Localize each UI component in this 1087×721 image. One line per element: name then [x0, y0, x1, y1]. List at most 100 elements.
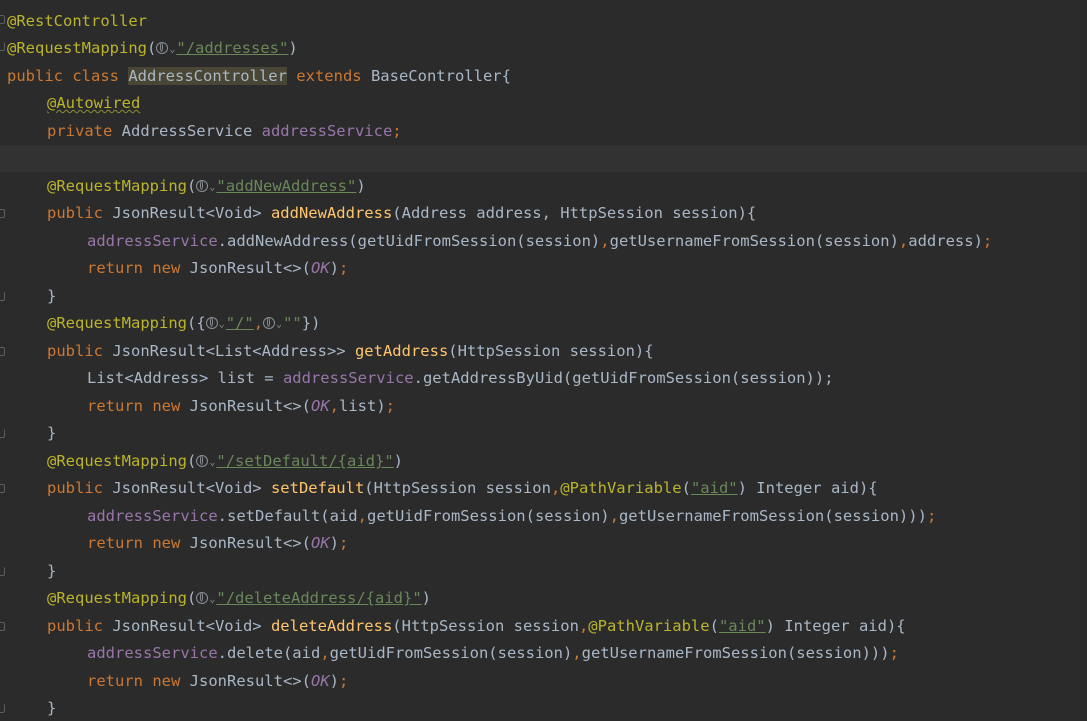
type-name[interactable]: JsonResult<Void>: [112, 479, 271, 497]
chevron-down-icon[interactable]: ⌄: [209, 449, 215, 476]
web-endpoint-icon[interactable]: [196, 455, 209, 467]
fold-marker-icon[interactable]: [0, 567, 5, 576]
field-name[interactable]: addressService: [87, 232, 218, 250]
code-line[interactable]: public JsonResult<Void> addNewAddress(Ad…: [0, 200, 1087, 227]
field-name[interactable]: addressService: [262, 122, 393, 140]
chevron-down-icon[interactable]: ⌄: [209, 586, 215, 613]
fold-marker-icon[interactable]: [0, 347, 5, 356]
method-call[interactable]: .getAddressByUid(getUidFromSession(sessi…: [414, 369, 834, 387]
path-variable-name[interactable]: "aid": [691, 479, 738, 497]
constant[interactable]: OK: [311, 534, 330, 552]
code-line[interactable]: return new JsonResult<>(OK);: [0, 530, 1087, 557]
punctuation: ;: [339, 672, 349, 690]
endpoint-path-link[interactable]: "/addresses": [176, 39, 288, 57]
type-name[interactable]: JsonResult<Void>: [112, 204, 271, 222]
class-name[interactable]: BaseController{: [371, 67, 511, 85]
chevron-down-icon[interactable]: ⌄: [219, 311, 225, 338]
code-line[interactable]: }: [0, 695, 1087, 721]
type-name[interactable]: AddressService: [122, 122, 262, 140]
code-line[interactable]: addressService.addNewAddress(getUidFromS…: [0, 228, 1087, 255]
code-line[interactable]: public JsonResult<Void> setDefault(HttpS…: [0, 475, 1087, 502]
method-call[interactable]: .delete(aid: [218, 644, 321, 662]
type-name[interactable]: JsonResult<Void>: [112, 617, 271, 635]
annotation: @RestController: [7, 12, 147, 30]
type-name[interactable]: JsonResult<>(: [190, 672, 311, 690]
annotation: @RequestMapping: [47, 177, 187, 195]
chevron-down-icon[interactable]: ⌄: [276, 311, 282, 338]
method-call[interactable]: getUidFromSession(session): [367, 507, 610, 525]
constant[interactable]: OK: [311, 259, 330, 277]
web-endpoint-icon[interactable]: [196, 592, 209, 604]
punctuation: ,: [578, 617, 589, 635]
chevron-down-icon[interactable]: ⌄: [169, 36, 175, 63]
method-name[interactable]: addNewAddress: [271, 204, 392, 222]
endpoint-path-link[interactable]: "/deleteAddress/{aid}": [216, 589, 421, 607]
annotation-warning[interactable]: @Autowired: [47, 94, 140, 112]
method-call[interactable]: getUsernameFromSession(session)): [582, 644, 881, 662]
code-line[interactable]: public class AddressController extends B…: [0, 63, 1087, 90]
web-endpoint-icon[interactable]: [196, 180, 209, 192]
code-line[interactable]: public JsonResult<List<Address>> getAddr…: [0, 338, 1087, 365]
method-call[interactable]: getUsernameFromSession(session): [610, 232, 899, 250]
web-endpoint-icon[interactable]: [263, 317, 276, 329]
method-call[interactable]: .addNewAddress(getUidFromSession(session…: [218, 232, 601, 250]
chevron-down-icon[interactable]: ⌄: [209, 174, 215, 201]
punctuation: ;: [926, 507, 937, 525]
code-line[interactable]: @RequestMapping({⌄"/", ⌄""}): [0, 310, 1087, 337]
constant[interactable]: OK: [311, 397, 330, 415]
field-name[interactable]: addressService: [87, 644, 218, 662]
code-line[interactable]: addressService.delete(aid,getUidFromSess…: [0, 640, 1087, 667]
type-name[interactable]: JsonResult<>(: [190, 397, 311, 415]
method-call[interactable]: getUsernameFromSession(session)): [619, 507, 918, 525]
endpoint-path-link[interactable]: "/setDefault/{aid}": [216, 452, 393, 470]
web-endpoint-icon[interactable]: [205, 317, 218, 329]
type-name[interactable]: JsonResult<List<Address>>: [112, 342, 355, 360]
code-line[interactable]: List<Address> list = addressService.getA…: [0, 365, 1087, 392]
code-line[interactable]: @RequestMapping(⌄"/addresses"): [0, 35, 1087, 62]
code-line[interactable]: @RequestMapping(⌄"addNewAddress"): [0, 173, 1087, 200]
field-name[interactable]: addressService: [87, 507, 218, 525]
punctuation: ,: [572, 644, 582, 662]
code-line[interactable]: @RequestMapping(⌄"/setDefault/{aid}"): [0, 448, 1087, 475]
code-line[interactable]: }: [0, 283, 1087, 310]
method-call[interactable]: .setDefault(aid: [218, 507, 358, 525]
fold-marker-icon[interactable]: [0, 15, 5, 24]
punctuation: ;: [982, 232, 993, 250]
endpoint-path-link[interactable]: "addNewAddress": [216, 177, 356, 195]
method-name[interactable]: deleteAddress: [271, 617, 392, 635]
code-line[interactable]: private AddressService addressService;: [0, 118, 1087, 145]
code-line[interactable]: return new JsonResult<>(OK);: [0, 668, 1087, 695]
fold-marker-icon[interactable]: [0, 209, 5, 218]
fold-marker-icon[interactable]: [0, 622, 5, 631]
current-line[interactable]: [0, 145, 1087, 172]
endpoint-path-link[interactable]: "/": [226, 314, 254, 332]
code-line[interactable]: }: [0, 558, 1087, 585]
method-name[interactable]: getAddress: [355, 342, 448, 360]
code-line[interactable]: public JsonResult<Void> deleteAddress(Ht…: [0, 613, 1087, 640]
code-line[interactable]: return new JsonResult<>(OK);: [0, 255, 1087, 282]
code-editor[interactable]: @RestController @RequestMapping(⌄"/addre…: [0, 0, 1087, 721]
code-line[interactable]: @Autowired: [0, 90, 1087, 117]
code-line[interactable]: @RequestMapping(⌄"/deleteAddress/{aid}"): [0, 585, 1087, 612]
constant[interactable]: OK: [311, 672, 330, 690]
parameter-list: (HttpSession session: [392, 617, 579, 635]
fold-marker-icon[interactable]: [0, 42, 5, 51]
type-name[interactable]: JsonResult<>(: [190, 259, 311, 277]
variable-declaration[interactable]: List<Address> list =: [87, 369, 283, 387]
fold-marker-icon[interactable]: [0, 292, 5, 301]
code-line[interactable]: addressService.setDefault(aid,getUidFrom…: [0, 503, 1087, 530]
code-line[interactable]: }: [0, 420, 1087, 447]
fold-marker-icon[interactable]: [0, 484, 5, 493]
field-name[interactable]: addressService: [283, 369, 414, 387]
path-variable-name[interactable]: "aid": [719, 617, 766, 635]
method-name[interactable]: setDefault: [271, 479, 364, 497]
code-line[interactable]: return new JsonResult<>(OK,list);: [0, 393, 1087, 420]
fold-marker-icon[interactable]: [0, 429, 5, 438]
class-name-highlighted[interactable]: AddressController: [128, 67, 287, 85]
method-call[interactable]: getUidFromSession(session): [330, 644, 573, 662]
web-endpoint-icon[interactable]: [156, 42, 169, 54]
code-line[interactable]: @RestController: [0, 8, 1087, 35]
type-name[interactable]: JsonResult<>(: [190, 534, 311, 552]
fold-marker-icon[interactable]: [0, 704, 5, 713]
endpoint-path[interactable]: "": [283, 314, 302, 332]
